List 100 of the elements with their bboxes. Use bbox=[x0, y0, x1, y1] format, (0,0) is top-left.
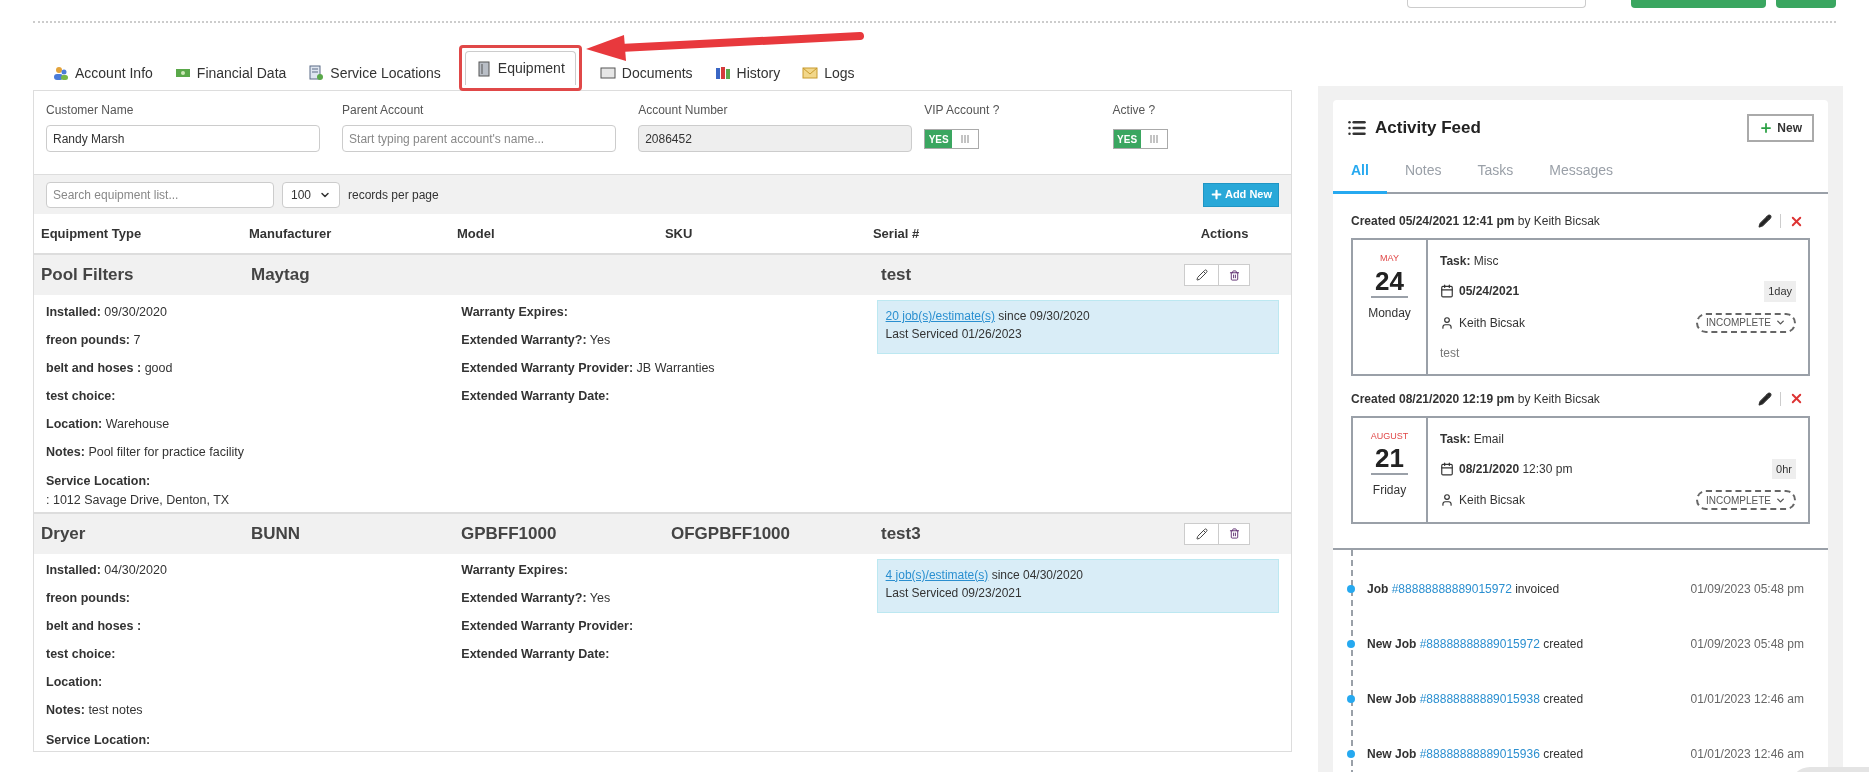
status-dropdown[interactable]: INCOMPLETE bbox=[1696, 312, 1796, 333]
edit-icon[interactable] bbox=[1758, 391, 1772, 406]
tab[interactable]: History bbox=[704, 56, 791, 90]
assignee-text: Keith Bicsak bbox=[1459, 314, 1526, 332]
envelope-icon bbox=[802, 65, 819, 81]
month-text: MAY bbox=[1380, 252, 1399, 265]
event-time: 01/09/2023 05:48 pm bbox=[1690, 580, 1805, 598]
detail-text: Extended Warranty Provider: bbox=[461, 618, 634, 636]
day-number: 24 bbox=[1371, 265, 1408, 298]
task-title: Task: Email bbox=[1440, 430, 1505, 448]
task-date: 08/21/2020 12:30 pm bbox=[1459, 460, 1573, 478]
status-dropdown[interactable]: INCOMPLETE bbox=[1696, 490, 1796, 510]
created-text: Created 08/21/2020 12:19 pm by Keith Bicsak bbox=[1351, 390, 1600, 408]
pencil-icon bbox=[1195, 269, 1208, 281]
user-icon bbox=[1440, 315, 1454, 330]
event-text: New Job #88888888889015936 created bbox=[1367, 745, 1584, 763]
last-serviced-text: Last Serviced 01/26/2023 bbox=[885, 326, 1023, 343]
detail-text: test choice: bbox=[46, 646, 116, 664]
column-header: Serial # bbox=[872, 225, 920, 241]
tab[interactable]: Logs bbox=[792, 56, 865, 90]
event-time: 01/01/2023 12:46 am bbox=[1690, 745, 1805, 763]
detail-text: Service Location: bbox=[46, 731, 152, 749]
folder-icon bbox=[599, 65, 616, 81]
search-field[interactable]: Search equipment list... bbox=[46, 181, 274, 208]
tab[interactable]: Documents bbox=[589, 56, 703, 90]
detail-text: Service Location: bbox=[46, 473, 152, 490]
edit-icon[interactable] bbox=[1758, 214, 1772, 228]
equipment-cell: Pool Filters bbox=[41, 265, 134, 285]
input-field[interactable]: Randy Marsh bbox=[46, 125, 321, 152]
weekday-text: Monday bbox=[1368, 304, 1411, 322]
column-header: Model bbox=[456, 225, 495, 241]
detail-text: freon pounds: 7 bbox=[46, 331, 141, 349]
detail-text: Location: Warehouse bbox=[46, 415, 170, 433]
users-icon bbox=[53, 65, 69, 81]
calendar-icon bbox=[1440, 284, 1454, 299]
duration-badge: 1day bbox=[1764, 281, 1796, 302]
detail-text: Extended Warranty Provider: JB Warranties bbox=[461, 359, 715, 377]
event-time: 01/09/2023 05:48 pm bbox=[1690, 635, 1805, 653]
task-note: test bbox=[1440, 344, 1461, 362]
detail-text: Warranty Expires: bbox=[461, 562, 568, 580]
user-icon bbox=[1440, 493, 1454, 507]
event-text: Job #88888888889015972 invoiced bbox=[1367, 580, 1560, 598]
tab[interactable]: Service Locations bbox=[298, 56, 451, 90]
created-text: Created 05/24/2021 12:41 pm by Keith Bicsak bbox=[1351, 213, 1600, 230]
assignee-text: Keith Bicsak bbox=[1459, 492, 1526, 509]
detail-text: : 1012 Savage Drive, Denton, TX bbox=[46, 491, 231, 509]
equipment-cell: test bbox=[881, 265, 912, 285]
calendar-icon bbox=[1440, 461, 1454, 476]
books-icon bbox=[714, 65, 731, 81]
toggle-label: Active ? bbox=[1112, 102, 1157, 119]
column-header: SKU bbox=[664, 225, 693, 241]
detail-text: Extended Warranty Date: bbox=[461, 387, 610, 405]
detail-text: Warranty Expires: bbox=[461, 303, 568, 321]
detail-text: Notes: Pool filter for practice facility bbox=[46, 443, 244, 461]
edit-button[interactable] bbox=[1185, 265, 1219, 285]
equipment-cell: Maytag bbox=[251, 265, 310, 285]
input-field[interactable]: Start typing parent account's name... bbox=[342, 125, 617, 152]
tab[interactable]: Account Info bbox=[43, 56, 163, 90]
document-icon bbox=[308, 65, 325, 81]
trash-icon bbox=[1228, 528, 1240, 539]
column-header: Actions bbox=[1200, 225, 1249, 241]
detail-text: belt and hoses : bbox=[46, 618, 142, 636]
new-button[interactable]: New bbox=[1747, 114, 1814, 142]
equipment-cell: OFGPBFF1000 bbox=[671, 523, 791, 543]
field-label: Parent Account bbox=[342, 102, 425, 119]
equipment-cell: Dryer bbox=[41, 523, 86, 543]
delete-button[interactable] bbox=[1219, 265, 1249, 285]
detail-text: Extended Warranty Date: bbox=[461, 646, 610, 664]
field-label: Account Number bbox=[638, 102, 729, 119]
text-field[interactable] bbox=[1407, 0, 1586, 8]
detail-text: test choice: bbox=[46, 387, 116, 405]
event-text: New Job #88888888889015938 created bbox=[1367, 690, 1584, 708]
last-serviced-text: Last Serviced 09/23/2021 bbox=[885, 584, 1023, 602]
toggle-label: VIP Account ? bbox=[924, 102, 1001, 119]
detail-text: Extended Warranty?: Yes bbox=[461, 590, 611, 608]
tab[interactable]: Financial Data bbox=[164, 56, 297, 90]
task-title: Task: Misc bbox=[1440, 253, 1500, 270]
plus-icon bbox=[1759, 121, 1774, 135]
page-size-select[interactable]: 100 bbox=[282, 181, 340, 208]
trash-icon bbox=[1228, 269, 1240, 281]
weekday-text: Friday bbox=[1372, 482, 1407, 499]
detail-text: Location: bbox=[46, 674, 103, 692]
plus-icon bbox=[1209, 188, 1223, 201]
edit-button[interactable] bbox=[1185, 523, 1219, 544]
grip-icon bbox=[959, 134, 972, 144]
since-text: since 04/30/2020 bbox=[991, 567, 1084, 582]
page-size-label: records per page bbox=[348, 186, 439, 204]
equipment-cell: GPBFF1000 bbox=[461, 523, 557, 543]
task-date: 05/24/2021 bbox=[1459, 283, 1520, 301]
field-label: Customer Name bbox=[46, 102, 135, 119]
event-text: New Job #88888888889015972 created bbox=[1367, 635, 1584, 653]
detail-text: Installed: 09/30/2020 bbox=[46, 303, 167, 321]
pencil-icon bbox=[1195, 527, 1208, 540]
close-icon[interactable] bbox=[1789, 391, 1804, 406]
detail-text: Extended Warranty?: Yes bbox=[461, 331, 611, 349]
grip-icon bbox=[1147, 134, 1160, 144]
event-time: 01/01/2023 12:46 am bbox=[1690, 690, 1805, 708]
server-icon bbox=[475, 60, 492, 77]
delete-button[interactable] bbox=[1219, 523, 1249, 544]
tab[interactable]: Equipment bbox=[464, 51, 576, 85]
